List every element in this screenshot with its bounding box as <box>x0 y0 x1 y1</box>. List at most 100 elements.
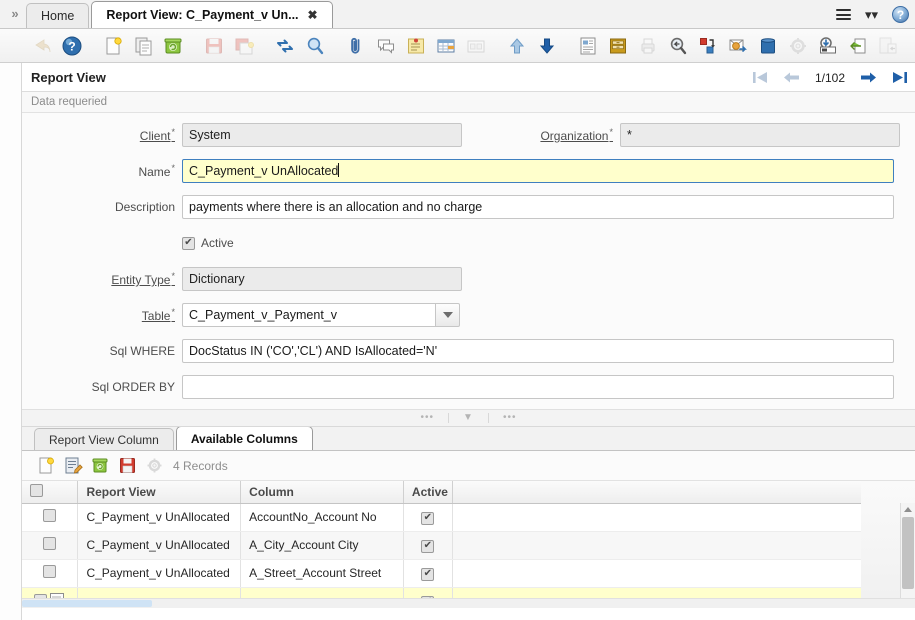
entity-type-field[interactable]: Dictionary <box>182 267 462 291</box>
tab-available-columns[interactable]: Available Columns <box>176 426 313 450</box>
grid-header-select-all[interactable] <box>22 481 78 503</box>
row-checkbox[interactable] <box>43 537 56 550</box>
chevrons-down-icon[interactable]: ▾▾ <box>865 8 878 21</box>
record-page-indicator: 1/102 <box>815 71 845 85</box>
refresh-icon[interactable] <box>271 32 299 60</box>
save-icon[interactable] <box>115 454 139 478</box>
exit-icon[interactable] <box>874 32 902 60</box>
copy-record-icon[interactable] <box>129 32 157 60</box>
grid-vertical-scrollbar[interactable] <box>900 503 915 608</box>
row-column-cell[interactable]: A_Street_Account Street <box>241 559 404 587</box>
window-tab-report-view-label: Report View: C_Payment_v Un... <box>106 8 298 22</box>
delete-record-icon[interactable] <box>159 32 187 60</box>
row-select-cell[interactable] <box>22 531 78 559</box>
window-tab-report-view[interactable]: Report View: C_Payment_v Un... ✖ <box>91 1 332 28</box>
entity-type-label[interactable]: Entity Type* <box>22 271 182 287</box>
new-record-icon[interactable] <box>34 454 58 478</box>
process-icon[interactable] <box>142 454 166 478</box>
client-field[interactable]: System <box>182 123 462 147</box>
splitter-right-handle[interactable]: ••• <box>488 413 531 423</box>
undo-icon[interactable] <box>28 32 56 60</box>
row-select-cell[interactable] <box>22 559 78 587</box>
sql-where-field[interactable]: DocStatus IN ('CO','CL') AND IsAllocated… <box>182 339 894 363</box>
form-toggle-icon[interactable] <box>462 32 490 60</box>
parent-record-icon[interactable] <box>503 32 531 60</box>
print-icon[interactable] <box>634 32 662 60</box>
row-active-checkbox[interactable] <box>421 512 434 525</box>
row-active-cell[interactable] <box>403 559 452 587</box>
client-label[interactable]: Client* <box>22 127 182 143</box>
sql-order-by-field[interactable] <box>182 375 894 399</box>
archive-icon[interactable] <box>604 32 632 60</box>
row-checkbox[interactable] <box>43 509 56 522</box>
report-icon[interactable] <box>574 32 602 60</box>
table-label[interactable]: Table* <box>22 307 182 323</box>
chat-icon[interactable] <box>372 32 400 60</box>
row-report-view-cell[interactable]: C_Payment_v UnAllocated <box>78 531 241 559</box>
table-row[interactable]: C_Payment_v UnAllocated AccountNo_Accoun… <box>22 503 882 531</box>
edit-record-icon[interactable] <box>61 454 85 478</box>
table-row[interactable]: C_Payment_v UnAllocated A_City_Account C… <box>22 531 882 559</box>
attachment-icon[interactable] <box>342 32 370 60</box>
row-checkbox[interactable] <box>43 565 56 578</box>
window-tab-home[interactable]: Home <box>26 3 89 28</box>
window-tab-bar: » Home Report View: C_Payment_v Un... ✖ … <box>0 0 915 29</box>
organization-label[interactable]: Organization* <box>520 127 620 143</box>
last-record-icon[interactable] <box>892 71 907 84</box>
splitter-left-handle[interactable]: ••• <box>407 413 449 423</box>
previous-record-icon[interactable] <box>783 71 800 84</box>
splitter-collapse-icon[interactable]: ▼ <box>448 413 488 423</box>
active-workflow-icon[interactable] <box>694 32 722 60</box>
grid-header-report-view[interactable]: Report View <box>78 481 241 503</box>
new-record-icon[interactable] <box>99 32 127 60</box>
first-record-icon[interactable] <box>753 71 768 84</box>
delete-record-icon[interactable] <box>88 454 112 478</box>
hscrollbar-thumb[interactable] <box>22 600 152 607</box>
row-column-cell[interactable]: AccountNo_Account No <box>241 503 404 531</box>
row-report-view-cell[interactable]: C_Payment_v UnAllocated <box>78 559 241 587</box>
preference-icon[interactable] <box>784 32 812 60</box>
zoom-across-icon[interactable] <box>664 32 692 60</box>
chevron-down-icon[interactable] <box>435 303 460 327</box>
next-record-icon[interactable] <box>860 71 877 84</box>
scrollbar-thumb[interactable] <box>902 517 914 589</box>
collapse-menu-icon[interactable]: » <box>4 0 26 28</box>
save-icon[interactable] <box>200 32 228 60</box>
save-create-new-icon[interactable] <box>230 32 258 60</box>
grid-toggle-icon[interactable] <box>432 32 460 60</box>
request-icon[interactable] <box>724 32 752 60</box>
description-field[interactable]: payments where there is an allocation an… <box>182 195 894 219</box>
product-info-icon[interactable] <box>754 32 782 60</box>
detail-record-icon[interactable] <box>533 32 561 60</box>
row-select-cell[interactable] <box>22 503 78 531</box>
row-column-cell[interactable]: A_City_Account City <box>241 531 404 559</box>
tab-report-view-column[interactable]: Report View Column <box>34 428 174 450</box>
grid-horizontal-scrollbar[interactable] <box>22 598 915 608</box>
table-combo[interactable]: C_Payment_v_Payment_v <box>182 303 460 327</box>
table-field[interactable]: C_Payment_v_Payment_v <box>182 303 435 327</box>
grid-header-active[interactable]: Active <box>403 481 452 503</box>
close-icon[interactable]: ✖ <box>308 8 318 22</box>
row-report-view-cell[interactable]: C_Payment_v UnAllocated <box>78 503 241 531</box>
scroll-up-icon[interactable] <box>901 503 915 516</box>
panel-splitter[interactable]: ••• ▼ ••• <box>22 409 915 426</box>
import-icon[interactable] <box>844 32 872 60</box>
help-icon[interactable]: ? <box>58 32 86 60</box>
row-active-cell[interactable] <box>403 531 452 559</box>
export-icon[interactable] <box>814 32 842 60</box>
postit-icon[interactable] <box>402 32 430 60</box>
table-row[interactable]: C_Payment_v UnAllocated A_Street_Account… <box>22 559 882 587</box>
row-active-checkbox[interactable] <box>421 568 434 581</box>
find-icon[interactable] <box>301 32 329 60</box>
name-field[interactable]: C_Payment_v UnAllocated <box>182 159 894 183</box>
organization-field[interactable]: * <box>620 123 900 147</box>
help-icon[interactable]: ? <box>892 6 909 23</box>
active-checkbox[interactable] <box>182 237 195 250</box>
required-marker: * <box>171 127 175 137</box>
sql-order-by-label: Sql ORDER BY <box>22 380 182 394</box>
select-all-checkbox[interactable] <box>30 484 43 497</box>
row-active-checkbox[interactable] <box>421 540 434 553</box>
grid-header-column[interactable]: Column <box>241 481 404 503</box>
menu-icon[interactable] <box>836 9 851 20</box>
row-active-cell[interactable] <box>403 503 452 531</box>
